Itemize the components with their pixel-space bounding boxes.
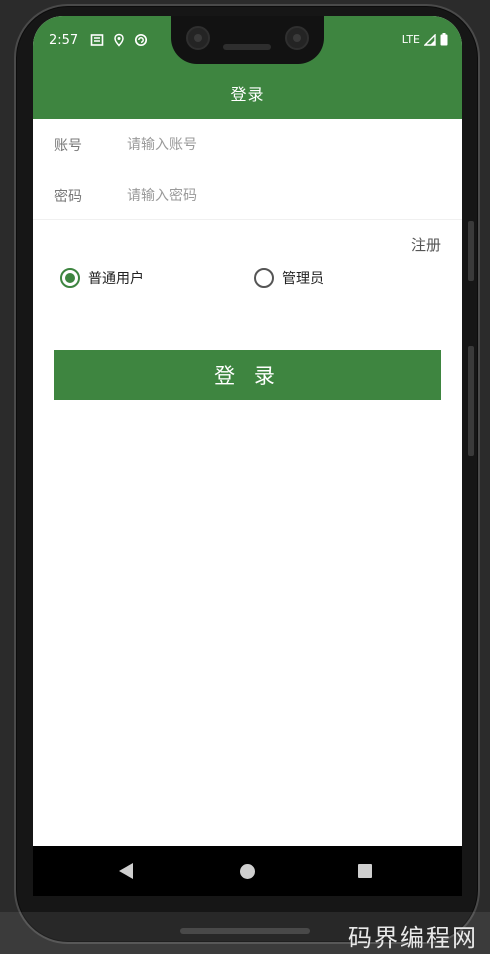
account-input[interactable] (121, 128, 441, 162)
location-icon (114, 33, 124, 47)
app-bar: 登录 (33, 66, 462, 119)
earpiece-speaker (223, 44, 271, 50)
radio-label-regular-user: 普通用户 (88, 271, 144, 287)
role-radio-group: 普通用户 管理员 (33, 268, 462, 298)
watermark-text: 码界编程网 (348, 924, 478, 952)
network-type: LTE (401, 33, 420, 46)
account-row: 账号 (33, 121, 462, 169)
battery-icon (440, 33, 448, 46)
camera-notch (171, 16, 324, 64)
radio-option-admin[interactable]: 管理员 (254, 268, 324, 288)
register-link[interactable]: 注册 (411, 234, 441, 255)
radio-checked-icon[interactable] (60, 268, 80, 288)
power-button (468, 221, 474, 281)
login-button[interactable]: 登 录 (54, 350, 441, 400)
signal-icon (424, 33, 436, 46)
page-title: 登录 (230, 84, 265, 104)
password-label: 密码 (54, 189, 82, 205)
news-icon (90, 34, 104, 46)
form-divider (33, 219, 462, 220)
back-icon[interactable] (119, 863, 133, 879)
recents-icon[interactable] (358, 864, 372, 878)
status-system-icons: LTE (402, 33, 448, 46)
radio-label-admin: 管理员 (282, 271, 324, 287)
radio-option-regular-user[interactable]: 普通用户 (60, 268, 144, 288)
account-label: 账号 (54, 138, 82, 154)
front-camera-right (285, 26, 309, 50)
status-notification-icons (90, 33, 148, 47)
home-icon[interactable] (240, 864, 255, 879)
password-input[interactable] (121, 179, 441, 213)
front-camera-left (186, 26, 210, 50)
radio-unchecked-icon[interactable] (254, 268, 274, 288)
navigation-bar (33, 846, 462, 896)
password-row: 密码 (33, 172, 462, 220)
volume-button (468, 346, 474, 456)
sync-icon (134, 33, 148, 47)
app-screen: 2:57 LTE 登录 账号 请输入账号 密码 注册 普通用户 管理员 登 录 (33, 16, 462, 896)
status-time: 2:57 (49, 33, 79, 48)
